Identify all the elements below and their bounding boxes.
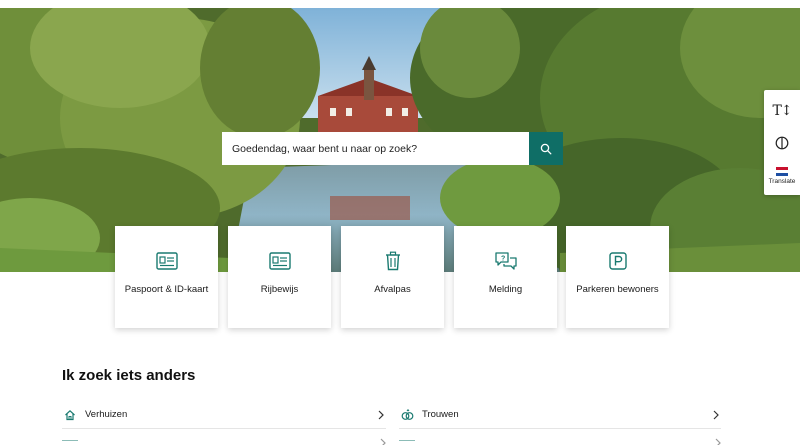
link-label: Trouwen — [422, 409, 459, 420]
rings-icon — [399, 407, 415, 423]
link-label: Verhuizen — [85, 409, 128, 420]
chat-icon: ? — [494, 250, 518, 272]
link-row-partial[interactable] — [399, 437, 721, 445]
contrast-icon — [775, 136, 789, 150]
accessibility-toolbar: T↕ Translate — [764, 90, 800, 195]
search-input[interactable] — [222, 132, 529, 165]
id-card-icon — [155, 250, 179, 272]
card-parkeren[interactable]: Parkeren bewoners — [566, 226, 669, 328]
link-icon — [62, 440, 78, 445]
card-afvalpas[interactable]: Afvalpas — [341, 226, 444, 328]
text-size-icon: T↕ — [772, 103, 792, 119]
search-button[interactable] — [529, 132, 563, 165]
link-verhuizen[interactable]: Verhuizen — [62, 401, 386, 429]
translate-label: Translate — [768, 178, 796, 185]
house-icon — [62, 407, 78, 423]
contrast-button[interactable] — [764, 128, 800, 158]
card-label: Paspoort & ID-kaart — [124, 284, 209, 295]
dutch-flag-icon — [776, 167, 788, 176]
card-rijbewijs[interactable]: Rijbewijs — [228, 226, 331, 328]
section-title: Ik zoek iets anders — [62, 367, 196, 384]
chevron-right-icon — [711, 409, 721, 421]
svg-text:?: ? — [501, 256, 505, 263]
card-label: Melding — [488, 284, 523, 295]
license-icon — [268, 250, 292, 272]
trash-icon — [381, 250, 405, 272]
search-icon — [540, 143, 552, 154]
parking-icon — [606, 250, 630, 272]
link-trouwen[interactable]: Trouwen — [399, 401, 721, 429]
search-bar — [222, 132, 563, 165]
card-paspoort[interactable]: Paspoort & ID-kaart — [115, 226, 218, 328]
text-size-button[interactable]: T↕ — [764, 96, 800, 126]
chevron-right-icon — [376, 409, 386, 421]
link-icon — [399, 440, 415, 445]
card-melding[interactable]: ? Melding — [454, 226, 557, 328]
translate-button[interactable]: Translate — [764, 160, 800, 192]
card-label: Rijbewijs — [260, 284, 299, 295]
link-row-partial[interactable] — [62, 437, 386, 445]
card-label: Parkeren bewoners — [576, 284, 659, 295]
chevron-right-icon — [715, 437, 721, 445]
card-label: Afvalpas — [374, 284, 411, 295]
top-strip — [0, 0, 800, 8]
page: T↕ Translate Paspoort & ID-kaar — [0, 0, 800, 445]
chevron-right-icon — [380, 437, 386, 445]
